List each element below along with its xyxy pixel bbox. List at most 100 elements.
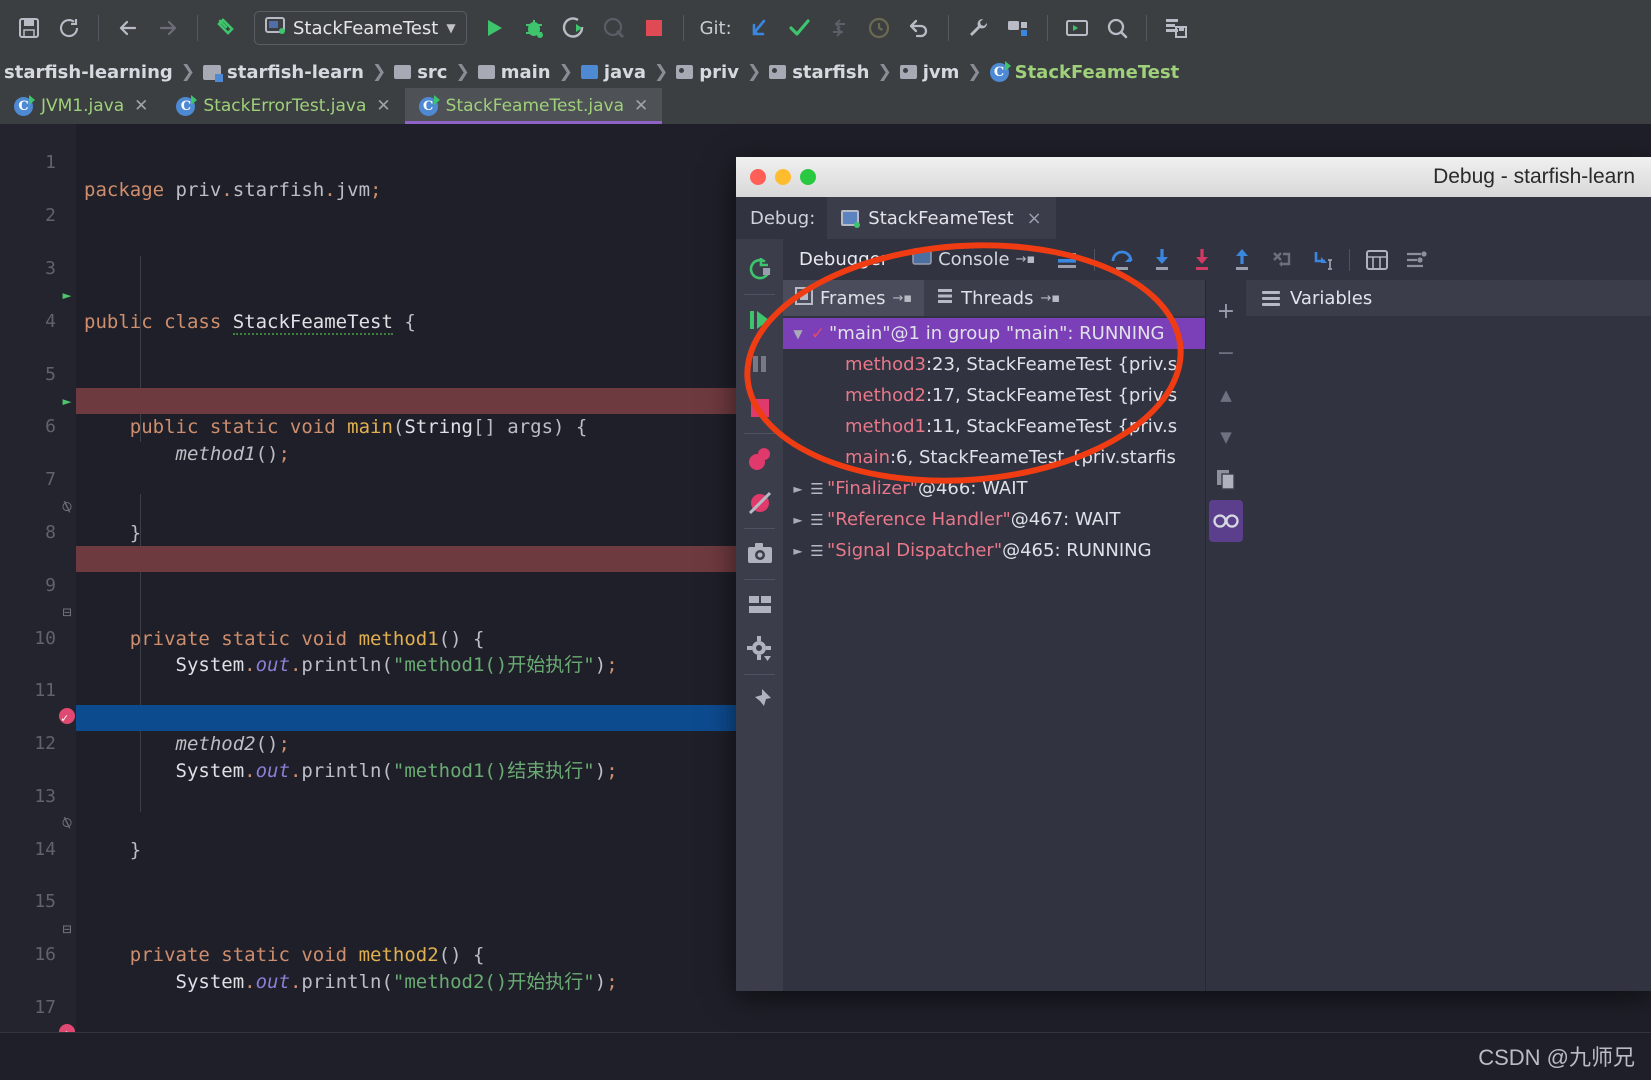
close-icon[interactable]: ✕ — [634, 96, 648, 116]
step-out-icon[interactable] — [1224, 244, 1260, 276]
debug-session-tab[interactable]: StackFeameTest × — [827, 197, 1055, 239]
commit-icon[interactable] — [780, 9, 818, 47]
threads-icon — [936, 287, 954, 310]
tab-label: Console — [938, 249, 1009, 270]
layout-settings-icon[interactable] — [740, 583, 780, 627]
rerun-icon[interactable] — [740, 247, 780, 291]
step-into-icon[interactable] — [1144, 244, 1180, 276]
settings-gear-icon[interactable] — [740, 627, 780, 671]
pause-program-icon[interactable] — [740, 342, 780, 386]
resume-program-icon[interactable] — [740, 298, 780, 342]
profile-icon[interactable] — [595, 9, 633, 47]
forward-arrow-icon[interactable] — [149, 9, 187, 47]
stack-frame-row[interactable]: method3:23, StackFeameTest {priv.s — [783, 349, 1205, 380]
stack-frame-row[interactable]: main:6, StackFeameTest {priv.starfis — [783, 442, 1205, 473]
settings-icon[interactable] — [1399, 244, 1435, 276]
breadcrumb-item-module[interactable]: starfish-learn — [199, 62, 368, 83]
stack-frame-label: method3:23, StackFeameTest {priv.s — [845, 354, 1177, 375]
build-hammer-icon[interactable] — [208, 9, 246, 47]
pin-icon[interactable] — [740, 678, 780, 722]
back-arrow-icon[interactable] — [109, 9, 147, 47]
drop-frame-icon[interactable] — [1264, 244, 1300, 276]
thread-row-signal-dispatcher[interactable]: ► ☰ "Signal Dispatcher"@465: RUNNING — [783, 535, 1205, 566]
line-number: 9 — [0, 573, 56, 599]
debug-sidebar — [736, 239, 783, 991]
thread-row-finalizer[interactable]: ► ☰ "Finalizer"@466: WAIT — [783, 473, 1205, 504]
toolbar-divider — [197, 15, 198, 41]
settings-wrench-icon[interactable] — [959, 9, 997, 47]
chevron-down-icon[interactable]: ▼ — [446, 21, 455, 35]
chevron-down-icon[interactable]: ▼ — [789, 327, 807, 341]
stack-frame-row[interactable]: method1:11, StackFeameTest {priv.s — [783, 411, 1205, 442]
breadcrumb-item-starfish[interactable]: starfish — [765, 62, 873, 83]
rollback-icon[interactable] — [900, 9, 938, 47]
breadcrumb-item-src[interactable]: src — [390, 62, 451, 83]
variables-list[interactable] — [1246, 316, 1651, 991]
tab-debugger[interactable]: Debugger — [789, 249, 898, 270]
breadcrumb-item-jvm[interactable]: jvm — [896, 62, 964, 83]
run-configuration-selector[interactable]: StackFeameTest ▼ — [254, 11, 467, 45]
thread-row-main[interactable]: ▼ ✓ "main"@1 in group "main": RUNNING — [783, 318, 1205, 349]
tab-jvm1[interactable]: C JVM1.java ✕ — [0, 88, 162, 124]
run-icon[interactable] — [475, 9, 513, 47]
project-structure-icon[interactable] — [999, 9, 1037, 47]
threads-icon: ☰ — [807, 542, 827, 560]
force-step-into-icon[interactable] — [1184, 244, 1220, 276]
debug-window-title: Debug - starfish-learn — [736, 165, 1651, 189]
tab-console[interactable]: Console →▪ — [902, 248, 1045, 271]
debug-window-titlebar[interactable]: Debug - starfish-learn — [736, 157, 1651, 197]
sync-icon[interactable] — [50, 9, 88, 47]
breadcrumb-item-java[interactable]: java — [577, 62, 650, 83]
evaluate-expression-icon[interactable] — [1359, 244, 1395, 276]
update-project-icon[interactable] — [740, 9, 778, 47]
pin-arrow-icon[interactable]: →▪ — [1041, 291, 1061, 306]
breadcrumb-item-project[interactable]: starfish-learning — [0, 62, 177, 83]
threads-frames-list[interactable]: ▼ ✓ "main"@1 in group "main": RUNNING me… — [783, 316, 1205, 991]
view-breakpoints-icon[interactable] — [740, 437, 780, 481]
copy-icon[interactable] — [1209, 458, 1243, 500]
move-up-icon[interactable]: ▲ — [1209, 374, 1243, 416]
variables-pane-header[interactable]: Variables — [1246, 280, 1651, 316]
debug-icon[interactable] — [515, 9, 553, 47]
watches-icon[interactable] — [1209, 500, 1243, 542]
code-line[interactable]: 1 package priv.starfish.jvm; — [0, 124, 1651, 150]
debug-window[interactable]: Debug - starfish-learn Debug: StackFeame… — [736, 157, 1651, 991]
stop-icon[interactable] — [635, 9, 673, 47]
show-execution-point-icon[interactable] — [1049, 244, 1085, 276]
pin-arrow-icon[interactable]: →▪ — [1016, 252, 1036, 267]
debug-label: Debug: — [736, 197, 827, 239]
tab-stackfeametest[interactable]: C StackFeameTest.java ✕ — [405, 88, 663, 124]
breadcrumb-item-class[interactable]: C StackFeameTest — [986, 62, 1184, 83]
tab-threads[interactable]: Threads →▪ — [924, 280, 1072, 316]
stop-icon[interactable] — [740, 386, 780, 430]
remove-icon[interactable]: − — [1209, 332, 1243, 374]
pin-arrow-icon[interactable]: →▪ — [892, 291, 912, 306]
stack-frame-row[interactable]: method2:17, StackFeameTest {priv.s — [783, 380, 1205, 411]
close-icon[interactable]: ✕ — [134, 96, 148, 116]
search-icon[interactable] — [1098, 9, 1136, 47]
breadcrumb-item-priv[interactable]: priv — [672, 62, 743, 83]
thread-row-reference-handler[interactable]: ► ☰ "Reference Handler"@467: WAIT — [783, 504, 1205, 535]
history-icon[interactable] — [860, 9, 898, 47]
add-icon[interactable]: + — [1209, 290, 1243, 332]
chevron-right-icon[interactable]: ► — [789, 544, 807, 558]
mute-breakpoints-icon[interactable] — [740, 481, 780, 525]
move-down-icon[interactable]: ▼ — [1209, 416, 1243, 458]
push-icon[interactable] — [820, 9, 858, 47]
save-icon[interactable] — [10, 9, 48, 47]
run-to-cursor-icon[interactable] — [1304, 244, 1340, 276]
close-icon[interactable]: ✕ — [376, 96, 390, 116]
variables-pane: Variables — [1246, 280, 1651, 991]
debug-session-tab-label: StackFeameTest — [868, 208, 1013, 229]
run-with-coverage-icon[interactable] — [555, 9, 593, 47]
chevron-right-icon[interactable]: ► — [789, 482, 807, 496]
tab-frames[interactable]: Frames →▪ — [783, 280, 924, 316]
close-icon[interactable]: × — [1027, 208, 1042, 229]
breadcrumb-item-main[interactable]: main — [474, 62, 555, 83]
chevron-right-icon[interactable]: ► — [789, 513, 807, 527]
screenshot-icon[interactable] — [740, 532, 780, 576]
terminal-icon[interactable] — [1058, 9, 1096, 47]
save-all-icon[interactable] — [1157, 9, 1195, 47]
step-over-icon[interactable] — [1104, 244, 1140, 276]
tab-stackerrortest[interactable]: C StackErrorTest.java ✕ — [162, 88, 404, 124]
